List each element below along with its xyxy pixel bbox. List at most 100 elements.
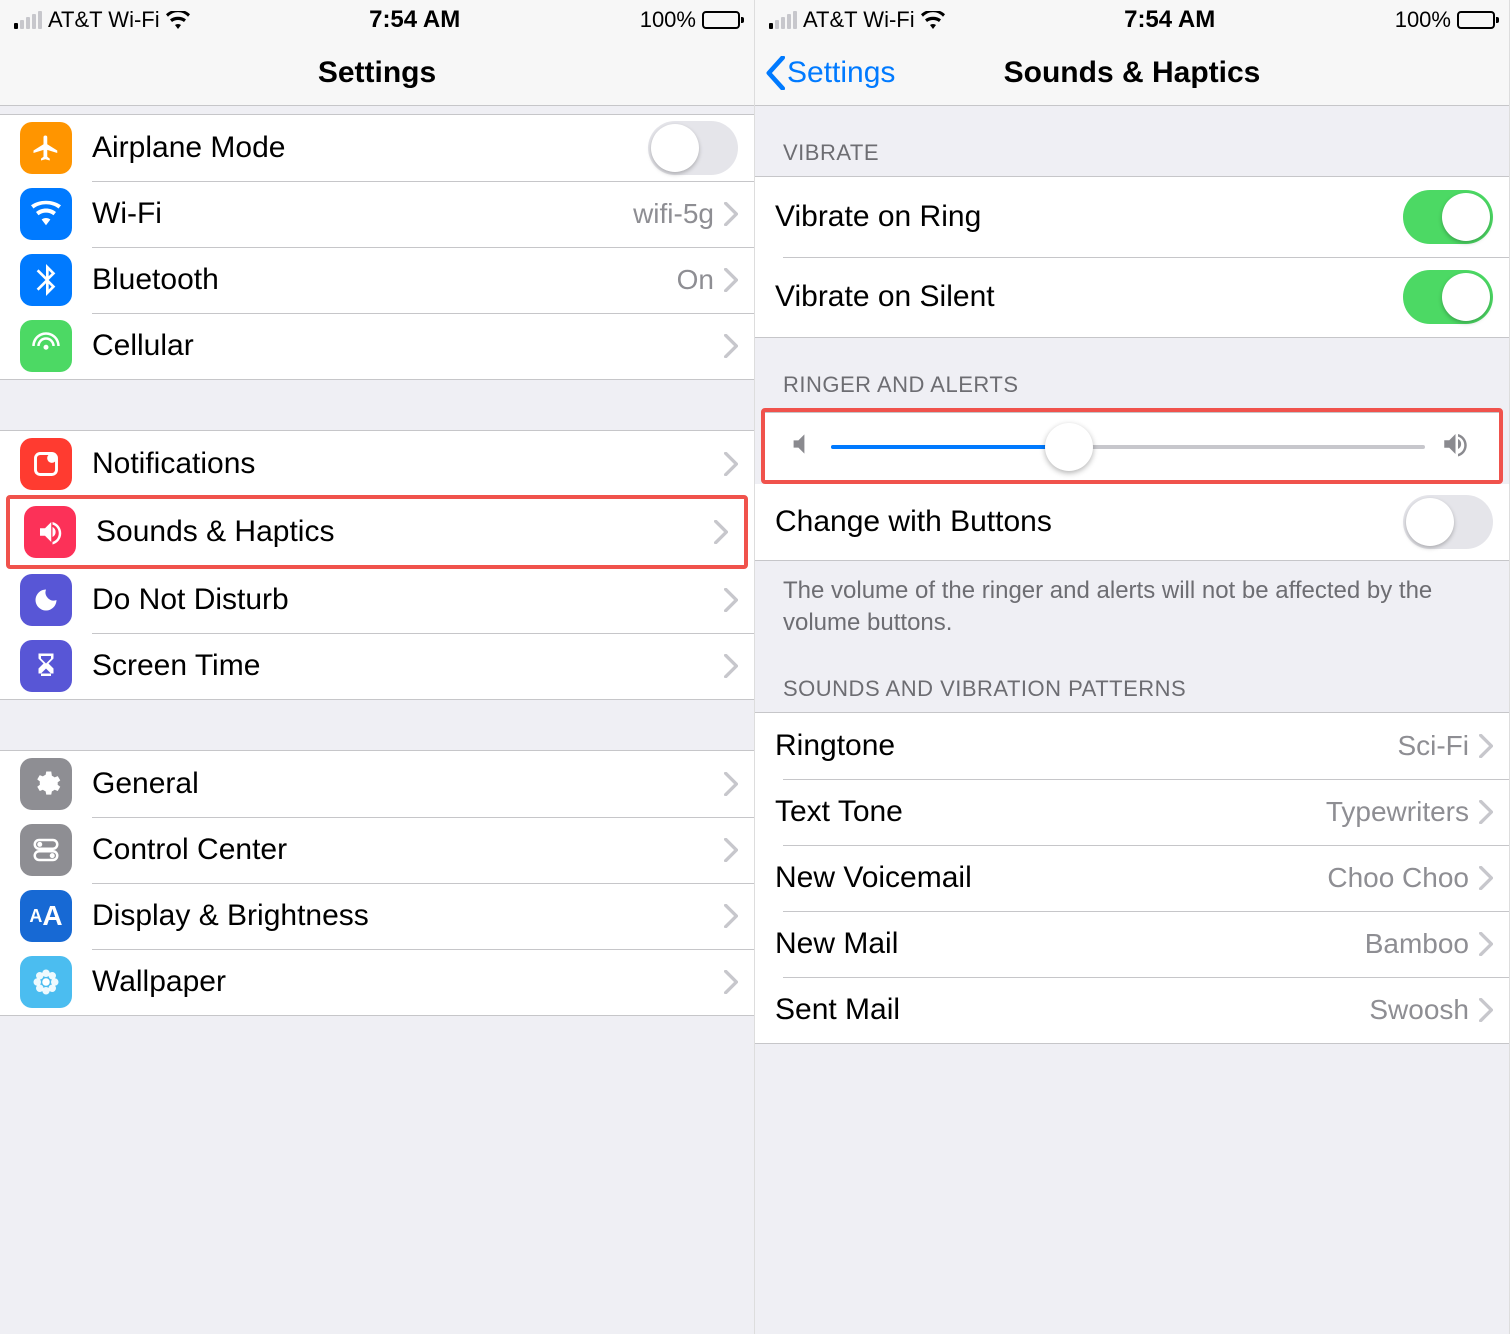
sounds-icon xyxy=(24,506,76,558)
screentime-label: Screen Time xyxy=(92,649,724,683)
display-brightness-label: Display & Brightness xyxy=(92,899,724,933)
notifications-row[interactable]: Notifications xyxy=(0,431,754,497)
back-label: Settings xyxy=(787,56,895,90)
flower-icon xyxy=(20,956,72,1008)
signal-icon xyxy=(769,11,797,29)
section-header-ringer: RINGER AND ALERTS xyxy=(755,338,1509,408)
ringer-footer: The volume of the ringer and alerts will… xyxy=(755,561,1509,658)
ringtone-label: Ringtone xyxy=(775,729,1397,763)
wallpaper-row[interactable]: Wallpaper xyxy=(0,949,754,1015)
new-voicemail-value: Choo Choo xyxy=(1327,862,1469,894)
cellular-label: Cellular xyxy=(92,329,724,363)
control-center-row[interactable]: Control Center xyxy=(0,817,754,883)
battery-label: 100% xyxy=(1395,7,1451,33)
bluetooth-icon xyxy=(20,254,72,306)
sent-mail-label: Sent Mail xyxy=(775,993,1369,1027)
wifi-row[interactable]: Wi-Fi wifi-5g xyxy=(0,181,754,247)
chevron-right-icon xyxy=(724,654,738,678)
airplane-mode-row[interactable]: Airplane Mode xyxy=(0,115,754,181)
chevron-right-icon xyxy=(1479,932,1493,956)
section-header-patterns: SOUNDS AND VIBRATION PATTERNS xyxy=(755,658,1509,712)
new-voicemail-row[interactable]: New Voicemail Choo Choo xyxy=(755,845,1509,911)
ringtone-row[interactable]: Ringtone Sci-Fi xyxy=(755,713,1509,779)
vibrate-on-ring-toggle[interactable] xyxy=(1403,190,1493,244)
chevron-right-icon xyxy=(1479,734,1493,758)
settings-group-network: Airplane Mode Wi-Fi wifi-5g Bluetooth On xyxy=(0,114,754,380)
general-row[interactable]: General xyxy=(0,751,754,817)
chevron-right-icon xyxy=(724,904,738,928)
ringer-volume-slider-row xyxy=(765,412,1499,480)
signal-icon xyxy=(14,11,42,29)
volume-slider[interactable] xyxy=(831,445,1425,449)
text-tone-row[interactable]: Text Tone Typewriters xyxy=(755,779,1509,845)
change-with-buttons-toggle[interactable] xyxy=(1403,495,1493,549)
hourglass-icon xyxy=(20,640,72,692)
text-size-icon: AA xyxy=(20,890,72,942)
highlight-sounds-row: Sounds & Haptics xyxy=(6,495,748,569)
airplane-mode-label: Airplane Mode xyxy=(92,131,648,165)
time-label: 7:54 AM xyxy=(369,6,460,34)
battery-icon xyxy=(1457,11,1495,29)
chevron-right-icon xyxy=(724,588,738,612)
new-mail-row[interactable]: New Mail Bamboo xyxy=(755,911,1509,977)
sent-mail-value: Swoosh xyxy=(1369,994,1469,1026)
back-button[interactable]: Settings xyxy=(765,56,895,90)
sounds-haptics-screen: AT&T Wi-Fi 7:54 AM 100% Settings Sounds … xyxy=(755,0,1510,1334)
change-with-buttons-row[interactable]: Change with Buttons xyxy=(755,484,1509,560)
wifi-row-icon xyxy=(20,188,72,240)
wifi-detail: wifi-5g xyxy=(633,198,714,230)
bluetooth-detail: On xyxy=(677,264,714,296)
chevron-right-icon xyxy=(724,334,738,358)
wifi-icon xyxy=(921,11,945,29)
chevron-right-icon xyxy=(724,772,738,796)
battery-label: 100% xyxy=(640,7,696,33)
vibrate-group: Vibrate on Ring Vibrate on Silent xyxy=(755,176,1509,338)
page-title: Settings xyxy=(318,56,436,90)
notifications-icon xyxy=(20,438,72,490)
cellular-row[interactable]: Cellular xyxy=(0,313,754,379)
chevron-right-icon xyxy=(724,202,738,226)
general-label: General xyxy=(92,767,724,801)
ringer-group: Change with Buttons xyxy=(755,484,1509,561)
vibrate-on-silent-toggle[interactable] xyxy=(1403,270,1493,324)
highlight-volume-slider xyxy=(761,408,1503,484)
chevron-right-icon xyxy=(724,970,738,994)
screentime-row[interactable]: Screen Time xyxy=(0,633,754,699)
settings-screen: AT&T Wi-Fi 7:54 AM 100% Settings Airplan… xyxy=(0,0,755,1334)
page-title: Sounds & Haptics xyxy=(1004,56,1261,90)
speaker-mute-icon xyxy=(791,432,813,461)
wallpaper-label: Wallpaper xyxy=(92,965,724,999)
carrier-label: AT&T Wi-Fi xyxy=(48,7,160,33)
airplane-mode-toggle[interactable] xyxy=(648,121,738,175)
chevron-right-icon xyxy=(714,520,728,544)
vibrate-on-silent-row[interactable]: Vibrate on Silent xyxy=(755,257,1509,337)
chevron-right-icon xyxy=(724,838,738,862)
chevron-right-icon xyxy=(724,452,738,476)
nav-bar: Settings xyxy=(0,40,754,106)
bluetooth-label: Bluetooth xyxy=(92,263,677,297)
gear-icon xyxy=(20,758,72,810)
chevron-right-icon xyxy=(1479,998,1493,1022)
text-tone-label: Text Tone xyxy=(775,795,1326,829)
chevron-right-icon xyxy=(1479,800,1493,824)
vibrate-on-ring-label: Vibrate on Ring xyxy=(775,200,1403,234)
control-center-label: Control Center xyxy=(92,833,724,867)
notifications-label: Notifications xyxy=(92,447,724,481)
carrier-label: AT&T Wi-Fi xyxy=(803,7,915,33)
text-tone-value: Typewriters xyxy=(1326,796,1469,828)
sounds-haptics-row[interactable]: Sounds & Haptics xyxy=(10,499,744,565)
new-mail-value: Bamboo xyxy=(1365,928,1469,960)
bluetooth-row[interactable]: Bluetooth On xyxy=(0,247,754,313)
status-bar: AT&T Wi-Fi 7:54 AM 100% xyxy=(0,0,754,40)
wifi-label: Wi-Fi xyxy=(92,197,633,231)
vibrate-on-ring-row[interactable]: Vibrate on Ring xyxy=(755,177,1509,257)
chevron-right-icon xyxy=(724,268,738,292)
dnd-row[interactable]: Do Not Disturb xyxy=(0,567,754,633)
section-header-vibrate: VIBRATE xyxy=(755,106,1509,176)
sent-mail-row[interactable]: Sent Mail Swoosh xyxy=(755,977,1509,1043)
display-brightness-row[interactable]: AA Display & Brightness xyxy=(0,883,754,949)
toggles-icon xyxy=(20,824,72,876)
moon-icon xyxy=(20,574,72,626)
airplane-icon xyxy=(20,122,72,174)
settings-group-alerts: Notifications Sounds & Haptics Do Not Di… xyxy=(0,430,754,700)
